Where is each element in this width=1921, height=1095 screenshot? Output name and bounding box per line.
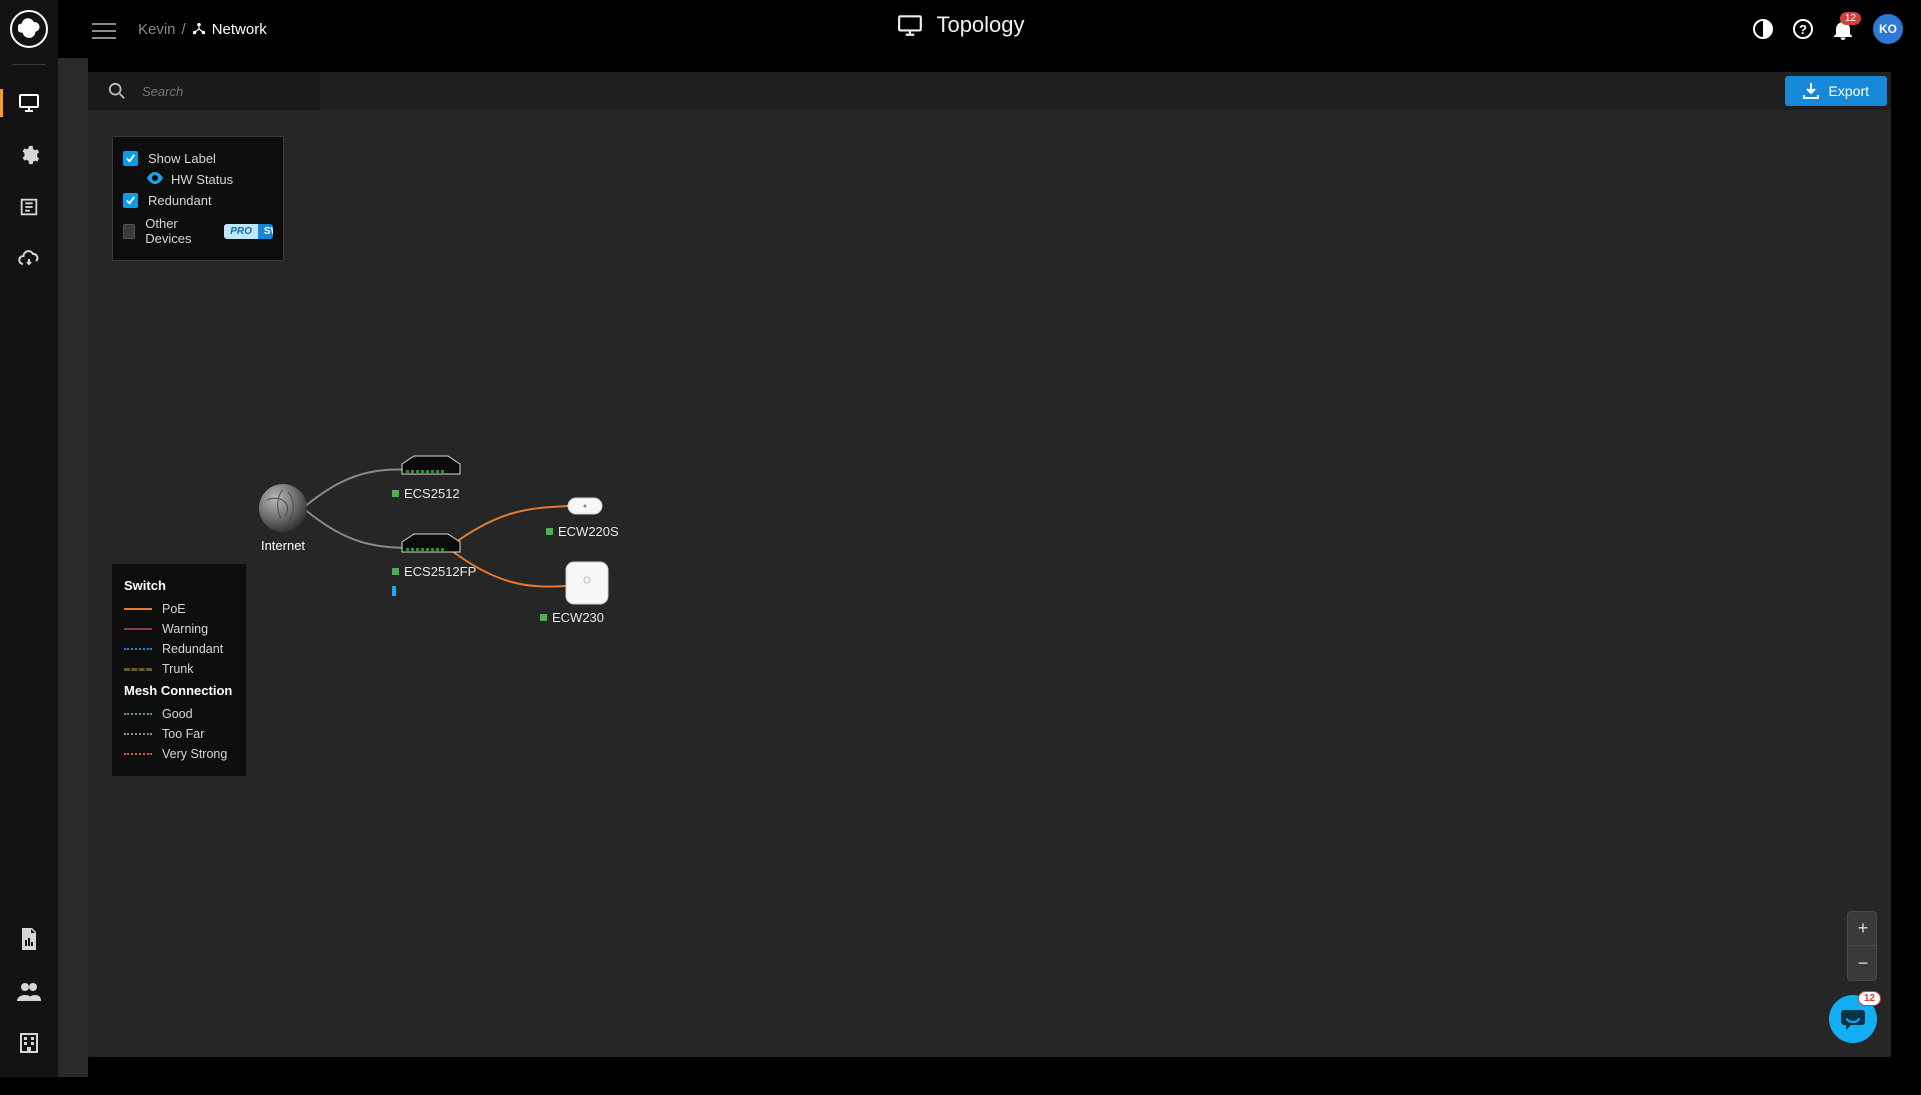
- breadcrumb-user[interactable]: Kevin: [138, 21, 176, 38]
- monitor-icon: [896, 14, 922, 36]
- page-title: Topology: [896, 12, 1024, 38]
- zoom-controls: + −: [1847, 911, 1877, 981]
- search-box[interactable]: [88, 72, 320, 110]
- building-icon: [19, 1032, 39, 1054]
- notification-badge: 12: [1840, 12, 1861, 25]
- top-bar: Kevin / Network Topology ? 12 KO: [0, 0, 1921, 58]
- export-button-label: Export: [1829, 83, 1869, 99]
- node-internet[interactable]: Internet: [259, 484, 307, 553]
- topology-canvas-area: Export Show Label HW Status Redundant Ot…: [88, 72, 1891, 1057]
- menu-toggle[interactable]: [92, 18, 116, 44]
- breadcrumb-network[interactable]: Network: [192, 21, 267, 38]
- node-ap-ecw220s[interactable]: ECW220S: [546, 498, 619, 539]
- search-icon: [108, 82, 126, 100]
- node-label: ECS2512: [404, 486, 460, 501]
- canvas-toolbar: Export: [88, 72, 1891, 110]
- nav-settings[interactable]: [0, 135, 58, 175]
- node-label: ECS2512FP: [404, 564, 476, 579]
- breadcrumb-separator: /: [182, 21, 186, 38]
- zoom-in-button[interactable]: +: [1848, 912, 1877, 946]
- chat-button[interactable]: 12: [1829, 995, 1877, 1043]
- download-icon: [1803, 83, 1819, 99]
- node-switch-ecs2512[interactable]: ECS2512: [392, 456, 460, 501]
- node-label: ECW230: [552, 610, 604, 625]
- users-icon: [17, 981, 41, 1001]
- chat-icon: [1840, 1007, 1866, 1031]
- zoom-out-button[interactable]: −: [1848, 946, 1877, 980]
- page-title-text: Topology: [936, 12, 1024, 38]
- secondary-rail: [58, 58, 88, 1077]
- export-button[interactable]: Export: [1785, 76, 1887, 106]
- help-icon: ?: [1793, 19, 1813, 39]
- chat-badge: 12: [1858, 991, 1881, 1006]
- breadcrumb-network-label: Network: [212, 21, 267, 38]
- node-label: ECW220S: [558, 524, 619, 539]
- gear-icon: [18, 144, 40, 166]
- brand-logo[interactable]: [10, 10, 48, 48]
- topology-graph[interactable]: Internet ECS2512 ECS2512FP ECW220S: [88, 110, 1891, 1095]
- user-avatar[interactable]: KO: [1873, 14, 1903, 44]
- svg-text:?: ?: [1799, 22, 1807, 37]
- node-switch-ecs2512fp[interactable]: ECS2512FP: [392, 534, 476, 596]
- node-label: Internet: [261, 538, 305, 553]
- network-icon: [192, 22, 206, 36]
- nav-reports[interactable]: [0, 187, 58, 227]
- nav-organization[interactable]: [0, 1023, 58, 1063]
- contrast-icon: [1753, 19, 1773, 39]
- top-right-actions: ? 12 KO: [1753, 14, 1903, 44]
- theme-toggle[interactable]: [1753, 19, 1773, 39]
- news-icon: [18, 196, 40, 218]
- search-input[interactable]: [140, 83, 300, 100]
- file-chart-icon: [19, 928, 39, 950]
- cloud-icon: [17, 249, 41, 269]
- node-ap-ecw230[interactable]: ECW230: [540, 562, 608, 625]
- nav-users[interactable]: [0, 971, 58, 1011]
- nav-monitor[interactable]: [0, 83, 58, 123]
- breadcrumb: Kevin / Network: [138, 21, 267, 38]
- notifications-button[interactable]: 12: [1833, 18, 1853, 40]
- nav-cloud[interactable]: [0, 239, 58, 279]
- left-navigation-rail: [0, 0, 58, 1077]
- help-button[interactable]: ?: [1793, 19, 1813, 39]
- nav-file-report[interactable]: [0, 919, 58, 959]
